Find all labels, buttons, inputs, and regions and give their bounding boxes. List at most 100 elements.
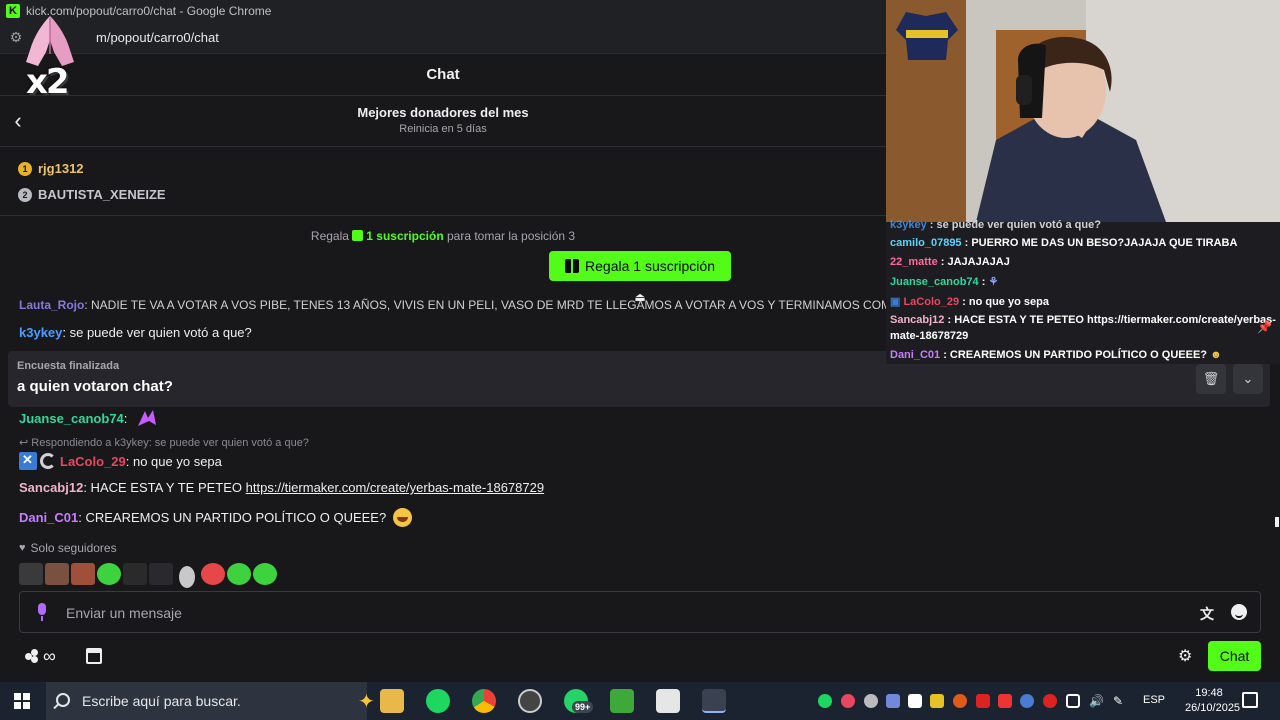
store-icon[interactable] bbox=[86, 648, 102, 664]
overlay-username: k3ykey bbox=[890, 219, 927, 231]
emote-green-icon[interactable] bbox=[253, 563, 277, 585]
pen-icon[interactable]: ✎ bbox=[1113, 694, 1127, 708]
emote-face-icon[interactable] bbox=[45, 563, 69, 585]
chat-input-box: 文 bbox=[19, 591, 1261, 633]
message-input[interactable] bbox=[66, 603, 1166, 623]
tray-app-icon[interactable] bbox=[998, 694, 1012, 708]
language-indicator[interactable]: ESP bbox=[1143, 694, 1165, 706]
browser-title-bar: K kick.com/popout/carro0/chat - Google C… bbox=[0, 0, 886, 22]
overlay-message: Dani_C01 : CREAREMOS UN PARTIDO POLÍTICO… bbox=[890, 349, 1222, 361]
channel-points[interactable]: ∞ bbox=[25, 645, 65, 666]
send-chat-button[interactable]: Chat bbox=[1208, 641, 1261, 671]
overlay-username: Sancabj12 bbox=[890, 314, 945, 326]
infinity-icon: ∞ bbox=[43, 645, 56, 666]
poll-status: Encuesta finalizada bbox=[17, 360, 120, 372]
clock[interactable]: 19:48 26/10/2025 bbox=[1185, 686, 1240, 716]
webcam-image bbox=[886, 0, 1280, 222]
leaderboard-entry[interactable]: 1 rjg1312 bbox=[18, 161, 84, 176]
emote-head-icon[interactable] bbox=[179, 566, 195, 588]
file-explorer-icon[interactable] bbox=[380, 689, 404, 713]
gear-icon[interactable]: ⚙ bbox=[1178, 646, 1192, 666]
followers-only-label: Solo seguidores bbox=[30, 541, 117, 555]
top-donors-panel: ‹ Mejores donadores del mes Reinicia en … bbox=[0, 97, 886, 147]
minecraft-icon[interactable] bbox=[610, 689, 634, 713]
emote-face-icon[interactable] bbox=[71, 563, 95, 585]
screen: K kick.com/popout/carro0/chat - Google C… bbox=[0, 0, 1280, 720]
gift-button-label: Regala 1 suscripción bbox=[585, 258, 715, 274]
overlay-username: Juanse_canob74 bbox=[890, 276, 979, 288]
tray-app-icon[interactable] bbox=[953, 694, 967, 708]
store-app-icon[interactable] bbox=[656, 689, 680, 713]
tray-app-icon[interactable] bbox=[841, 694, 855, 708]
points-icon bbox=[25, 649, 39, 663]
tray-discord-icon[interactable] bbox=[886, 694, 900, 708]
emote-green-icon[interactable] bbox=[227, 563, 251, 585]
leader-username[interactable]: rjg1312 bbox=[38, 161, 84, 176]
emote-multiplier: x2 bbox=[26, 62, 70, 102]
donors-reset-text: Reinicia en 5 días bbox=[399, 123, 487, 135]
emoji-picker-icon[interactable] bbox=[1231, 604, 1247, 620]
overlay-text: : HACE ESTA Y TE PETEO https://tiermaker… bbox=[944, 314, 1276, 326]
network-icon[interactable] bbox=[1066, 694, 1080, 708]
gift-subscription-button[interactable]: Regala 1 suscripción bbox=[549, 251, 731, 281]
message-username[interactable]: Juanse_canob74 bbox=[19, 411, 124, 426]
subscriber-badge-icon bbox=[40, 453, 56, 469]
emote-green-icon[interactable] bbox=[97, 563, 121, 585]
gift-prefix: Regala bbox=[310, 229, 349, 243]
windows-start-icon[interactable] bbox=[14, 693, 30, 709]
tray-openai-icon[interactable] bbox=[864, 694, 878, 708]
collapse-handle-icon[interactable]: ⏏ bbox=[632, 290, 648, 304]
message-username[interactable]: Dani_C01 bbox=[19, 510, 78, 525]
emote-mouth-icon[interactable] bbox=[201, 563, 225, 585]
translate-icon[interactable]: 文 bbox=[1200, 604, 1216, 622]
overlay-message: camilo_07895 : PUERRO ME DAS UN BESO?JAJ… bbox=[890, 237, 1237, 249]
message-link[interactable]: https://tiermaker.com/create/yerbas-mate… bbox=[246, 480, 544, 495]
scrollbar-thumb[interactable] bbox=[1275, 517, 1279, 527]
chrome-icon[interactable] bbox=[472, 689, 496, 713]
reply-arrow-icon: ↩ bbox=[19, 437, 32, 449]
leader-username[interactable]: BAUTISTA_XENEIZE bbox=[38, 187, 166, 202]
trash-icon: 🗑 bbox=[1202, 371, 1220, 386]
chat-message: k3ykey: se puede ver quien votó a que? bbox=[19, 325, 252, 340]
microphone-icon[interactable] bbox=[36, 603, 48, 621]
delete-poll-button[interactable]: 🗑 bbox=[1196, 364, 1226, 394]
emote-mute-icon[interactable] bbox=[123, 563, 147, 585]
message-username[interactable]: LaColo_29 bbox=[60, 454, 126, 469]
pin-icon[interactable]: 📌 bbox=[1257, 320, 1272, 334]
gift-prompt: Regala 1 suscripción para tomar la posic… bbox=[0, 229, 886, 243]
sparkle-icon: ✦ bbox=[358, 691, 375, 713]
chat-header: Chat bbox=[0, 54, 886, 96]
chrome-active-window-icon[interactable] bbox=[702, 689, 726, 713]
tray-spotify-icon[interactable] bbox=[818, 694, 832, 708]
tray-shield-icon[interactable] bbox=[930, 694, 944, 708]
overlay-badge-icon: ▣ bbox=[890, 296, 904, 308]
message-username[interactable]: Lauta_Rojo bbox=[19, 298, 84, 312]
address-bar[interactable]: ⚙ m/popout/carro0/chat bbox=[0, 22, 886, 54]
emote-quick-bar bbox=[19, 563, 277, 591]
taskbar-search[interactable]: Escribe aquí para buscar. ✦ bbox=[46, 682, 375, 720]
overlay-username: 22_matte bbox=[890, 256, 938, 268]
praying-hands-emote-overlay: x2 bbox=[12, 6, 82, 106]
url-text[interactable]: m/popout/carro0/chat bbox=[96, 30, 219, 45]
emote-face-icon[interactable] bbox=[19, 563, 43, 585]
spotify-icon[interactable] bbox=[426, 689, 450, 713]
message-username[interactable]: k3ykey bbox=[19, 325, 62, 340]
notification-center-icon[interactable] bbox=[1242, 692, 1258, 708]
tray-settings-icon[interactable] bbox=[1020, 694, 1034, 708]
obs-icon[interactable] bbox=[518, 689, 542, 713]
overlay-text: : CREAREMOS UN PARTIDO POLÍTICO O QUEEE? bbox=[940, 349, 1208, 361]
message-username[interactable]: Sancabj12 bbox=[19, 480, 83, 495]
streamer-webcam bbox=[886, 0, 1280, 222]
emote-dash-icon[interactable] bbox=[149, 563, 173, 585]
tray-app-icon[interactable] bbox=[908, 694, 922, 708]
expand-poll-button[interactable]: ⌄ bbox=[1233, 364, 1263, 394]
taskbar-search-placeholder: Escribe aquí para buscar. bbox=[82, 693, 241, 709]
tray-app-icon[interactable] bbox=[976, 694, 990, 708]
volume-icon[interactable]: 🔊 bbox=[1089, 694, 1104, 708]
leaderboard-entry[interactable]: 2 BAUTISTA_XENEIZE bbox=[18, 187, 166, 202]
laughing-emoji-icon bbox=[392, 508, 412, 527]
leaderboard: 1 rjg1312 2 BAUTISTA_XENEIZE bbox=[0, 148, 886, 216]
tray-app-icon[interactable] bbox=[1043, 694, 1057, 708]
search-icon bbox=[56, 693, 70, 707]
clock-time: 19:48 bbox=[1195, 687, 1223, 699]
